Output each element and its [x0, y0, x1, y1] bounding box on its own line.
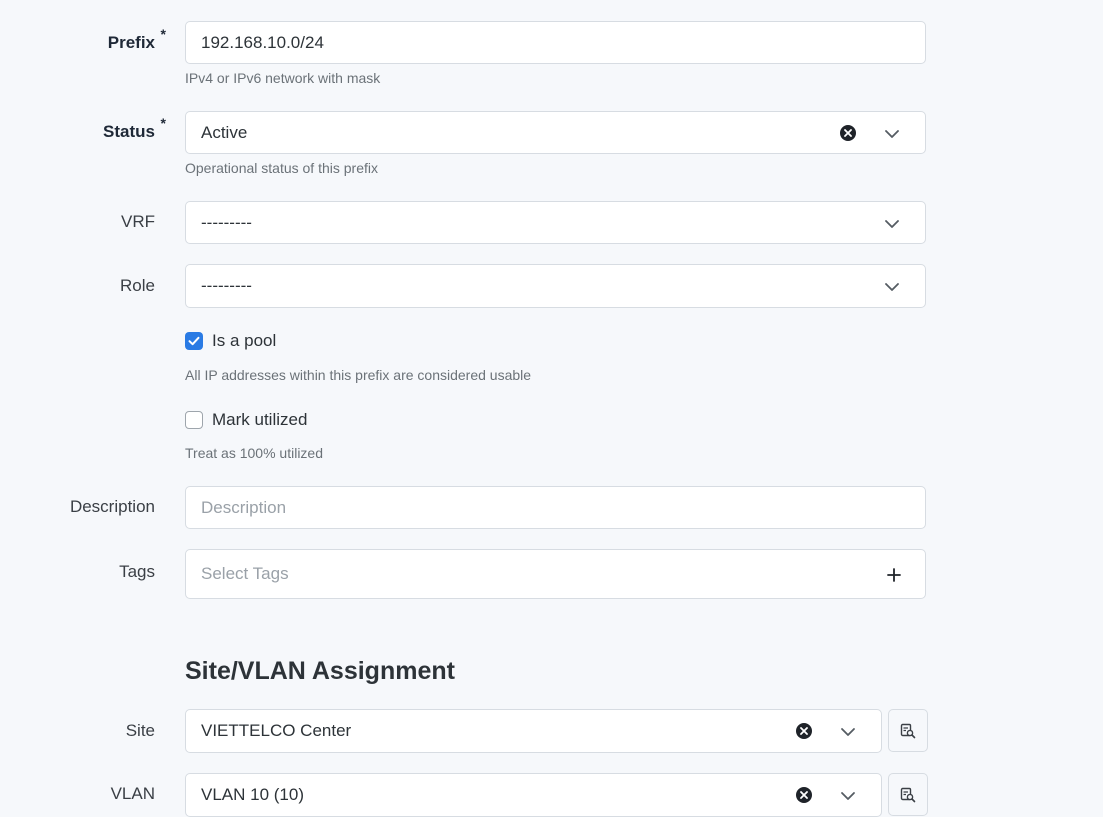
site-value: VIETTELCO Center [201, 721, 352, 740]
status-select[interactable]: Active [185, 111, 926, 154]
vlan-label: VLAN [110, 784, 155, 803]
is-pool-help: All IP addresses within this prefix are … [185, 367, 532, 383]
is-pool-checkbox[interactable] [185, 332, 203, 350]
prefix-input[interactable]: 192.168.10.0/24 [185, 21, 926, 64]
prefix-label: Prefix * [107, 26, 166, 52]
section-title: Site/VLAN Assignment [185, 657, 455, 685]
status-label: Status * [103, 115, 166, 141]
site-label: Site [125, 721, 155, 740]
status-help: Operational status of this prefix [185, 160, 378, 176]
chevron-down-icon[interactable] [884, 129, 900, 139]
mark-utilized-help: Treat as 100% utilized [185, 445, 323, 461]
chevron-down-icon[interactable] [884, 219, 900, 229]
tags-select[interactable]: Select Tags [185, 549, 926, 599]
plus-icon[interactable] [887, 568, 901, 582]
vlan-select[interactable]: VLAN 10 (10) [185, 773, 882, 817]
clear-icon[interactable] [840, 125, 856, 141]
status-value: Active [201, 122, 248, 142]
clear-icon[interactable] [796, 787, 812, 803]
lookup-icon [900, 723, 916, 738]
required-mark: * [160, 115, 166, 131]
vrf-value: --------- [201, 212, 252, 232]
role-value: --------- [201, 276, 252, 295]
required-mark: * [160, 26, 166, 42]
tags-placeholder: Select Tags [201, 564, 289, 583]
prefix-value: 192.168.10.0/24 [201, 32, 324, 52]
prefix-help: IPv4 or IPv6 network with mask [185, 70, 381, 86]
role-select[interactable]: --------- [185, 264, 926, 308]
vrf-label: VRF [121, 212, 155, 231]
vrf-select[interactable]: --------- [185, 201, 926, 244]
clear-icon[interactable] [796, 723, 812, 739]
checkmark-icon [188, 336, 200, 346]
site-select[interactable]: VIETTELCO Center [185, 709, 882, 753]
tags-label: Tags [119, 562, 155, 581]
description-placeholder: Description [201, 497, 287, 517]
chevron-down-icon[interactable] [840, 727, 856, 737]
site-lookup-button[interactable] [888, 709, 928, 752]
chevron-down-icon[interactable] [884, 282, 900, 292]
chevron-down-icon[interactable] [840, 791, 856, 801]
is-pool-label[interactable]: Is a pool [212, 331, 276, 351]
description-input[interactable]: Description [185, 486, 926, 529]
mark-utilized-checkbox[interactable] [185, 411, 203, 429]
lookup-icon [900, 787, 916, 802]
role-label: Role [120, 276, 155, 295]
mark-utilized-label[interactable]: Mark utilized [212, 410, 307, 430]
description-label: Description [69, 497, 155, 516]
